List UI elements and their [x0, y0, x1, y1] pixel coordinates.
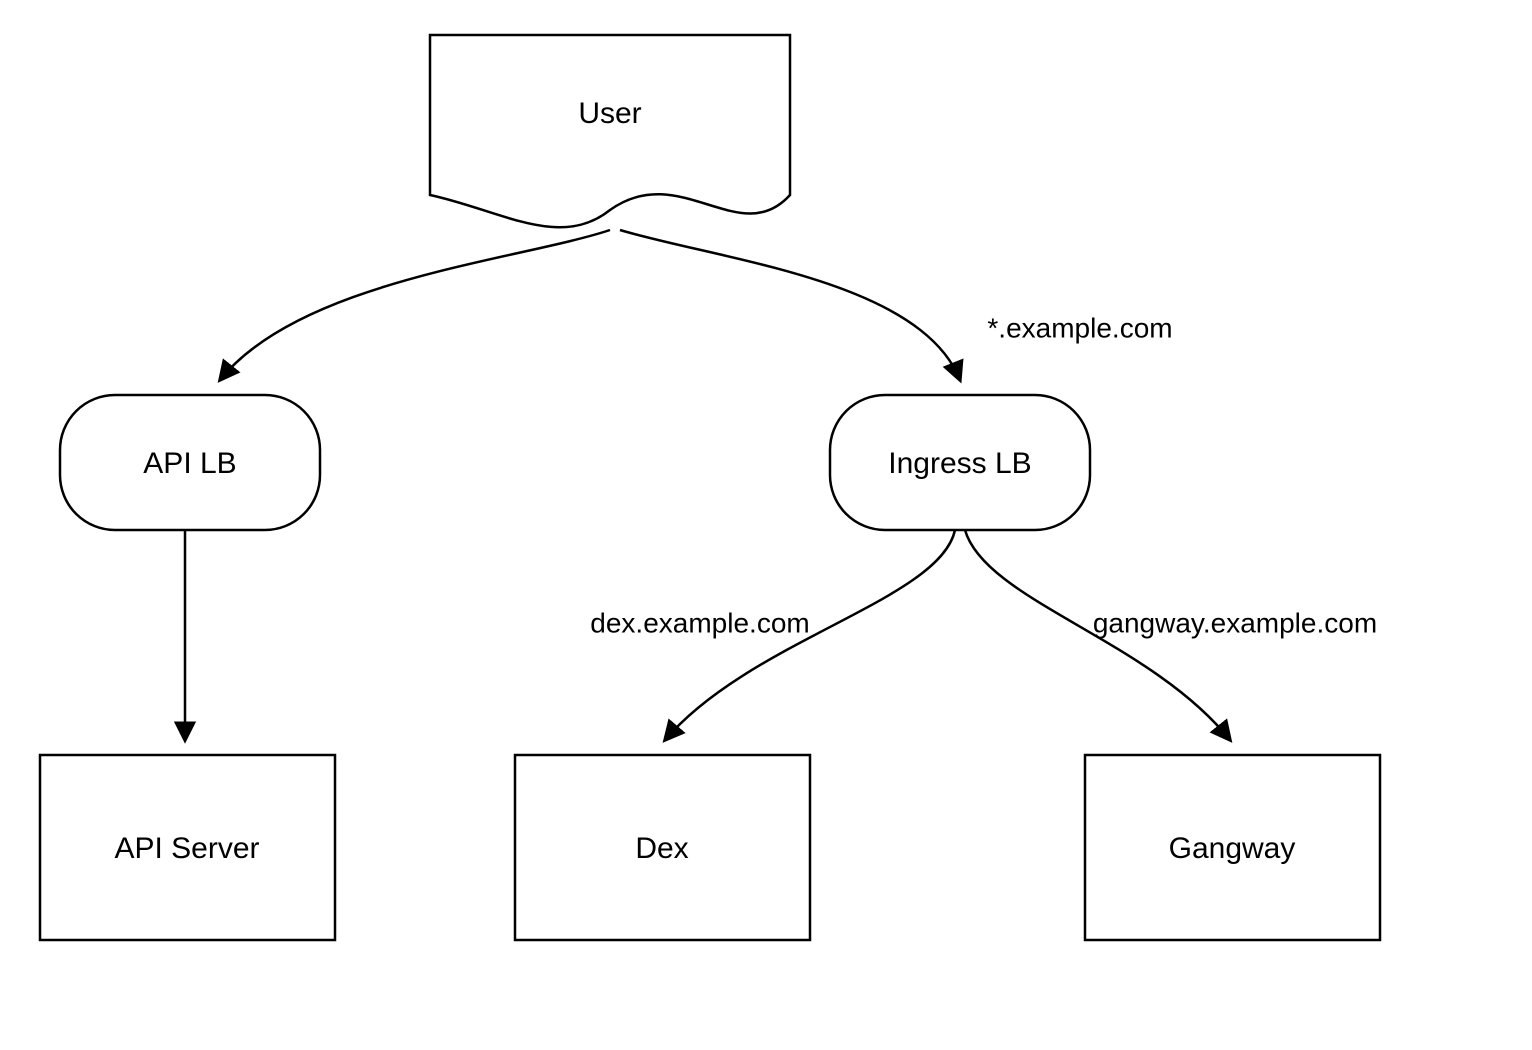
edge-user-to-api-lb — [220, 230, 610, 380]
node-api-server-label: API Server — [114, 832, 259, 865]
node-user: User — [430, 35, 790, 227]
node-dex-label: Dex — [635, 832, 688, 865]
node-api-lb: API LB — [60, 395, 320, 530]
node-gangway: Gangway — [1085, 755, 1380, 940]
node-user-label: User — [578, 97, 641, 130]
node-api-lb-label: API LB — [143, 447, 236, 480]
node-api-server: API Server — [40, 755, 335, 940]
node-dex: Dex — [515, 755, 810, 940]
node-ingress-lb-label: Ingress LB — [888, 447, 1031, 480]
edge-label-ingress-to-gangway: gangway.example.com — [1093, 607, 1377, 638]
architecture-diagram: *.example.com dex.example.com gangway.ex… — [0, 0, 1532, 1050]
edge-label-ingress-to-dex: dex.example.com — [590, 607, 809, 638]
edge-user-to-ingress-lb — [620, 230, 960, 380]
node-ingress-lb: Ingress LB — [830, 395, 1090, 530]
node-gangway-label: Gangway — [1169, 832, 1296, 865]
edge-label-user-to-ingress: *.example.com — [987, 312, 1172, 343]
